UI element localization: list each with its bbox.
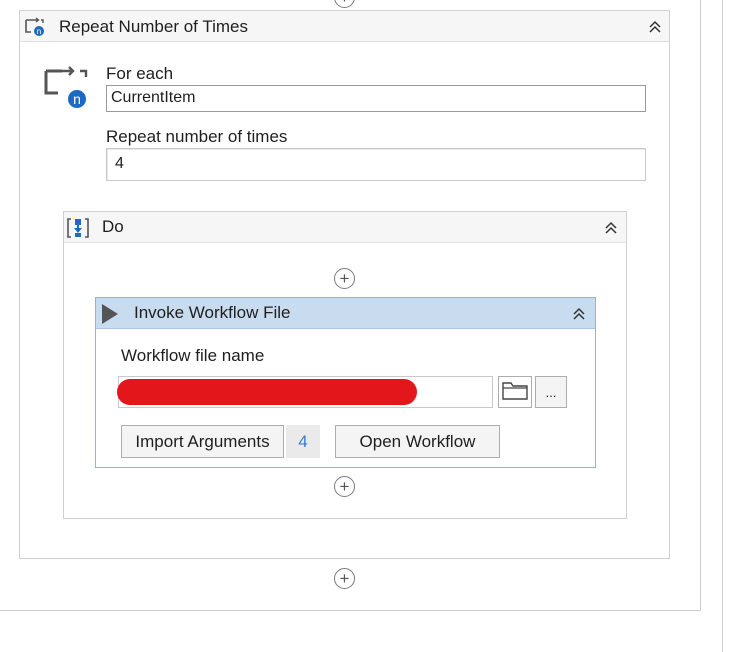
repeat-count-field[interactable]: 4 [106,148,646,181]
double-chevron-up-icon[interactable] [603,219,619,238]
play-triangle-icon [100,303,120,330]
plus-circle-icon: + [339,569,350,588]
add-activity-button-after-repeat[interactable]: + [334,568,355,589]
repeat-count-label: Repeat number of times [106,127,288,146]
plus-circle-icon: + [340,0,350,6]
do-sequence-title: Do [102,217,124,236]
double-chevron-up-icon[interactable] [647,18,663,37]
repeat-n-icon: n [24,16,46,43]
double-chevron-up-icon[interactable] [571,305,587,324]
sequence-icon [66,217,90,244]
invoke-workflow-card[interactable]: Invoke Workflow File Workflow file name … [95,297,596,468]
for-each-label: For each [106,64,174,83]
iterator-n-icon: n [42,63,92,114]
workflow-file-field[interactable] [117,376,493,408]
svg-text:n: n [37,27,41,36]
svg-text:n: n [73,91,81,107]
more-options-button[interactable]: ... [535,376,567,408]
add-activity-button-before-invoke[interactable]: + [334,268,355,289]
redaction-mark [117,379,417,405]
browse-file-button[interactable] [498,376,532,408]
canvas-divider [722,0,723,652]
repeat-activity-header[interactable]: n Repeat Number of Times [20,11,669,42]
for-each-field[interactable]: CurrentItem [106,85,646,112]
plus-circle-icon: + [339,269,350,288]
repeat-activity-title: Repeat Number of Times [59,17,248,36]
invoke-workflow-header[interactable]: Invoke Workflow File [96,298,595,329]
folder-icon [502,380,528,405]
workflow-file-label: Workflow file name [121,346,265,365]
import-arguments-button[interactable]: Import Arguments [121,425,284,458]
add-activity-button-after-invoke[interactable]: + [334,476,355,497]
argument-count-badge: 4 [286,425,320,458]
invoke-workflow-title: Invoke Workflow File [134,303,291,322]
plus-circle-icon: + [339,477,350,496]
open-workflow-button[interactable]: Open Workflow [335,425,500,458]
do-sequence-header[interactable]: Do [64,212,626,243]
